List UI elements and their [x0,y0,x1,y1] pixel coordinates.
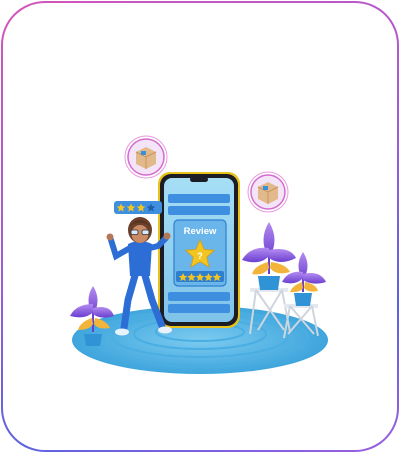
review-illustration: Review ? [70,135,328,374]
review-question-mark: ? [197,251,203,261]
phone: Review ? [158,172,240,328]
phone-notch [190,177,208,182]
star-rating-bubble [114,201,162,214]
floating-box-icon [124,135,168,179]
floating-box-icon [247,171,289,213]
review-label: Review [184,226,217,237]
